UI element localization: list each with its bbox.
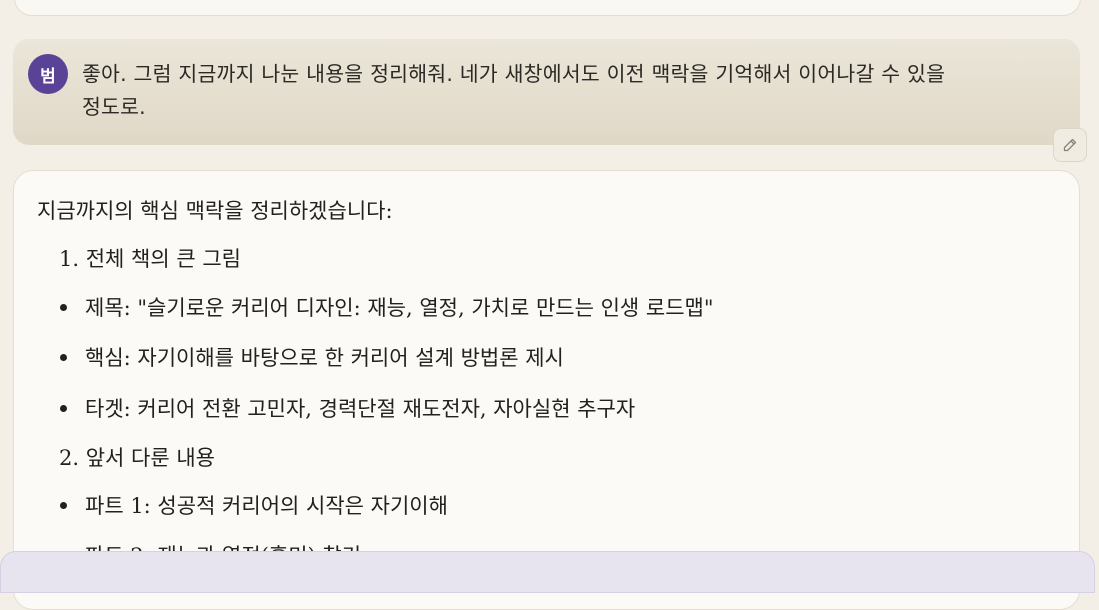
bullet-dot <box>60 405 67 412</box>
list-item: 파트 1: 성공적 커리어의 시작은 자기이해 <box>85 494 448 518</box>
user-message: 범 좋아. 그럼 지금까지 나눈 내용을 정리해줘. 네가 새창에서도 이전 맥… <box>13 39 1080 145</box>
list-item: 핵심: 자기이해를 바탕으로 한 커리어 설계 방법론 제시 <box>85 346 564 370</box>
pencil-icon <box>1063 138 1077 152</box>
assistant-message: 지금까지의 핵심 맥락을 정리하겠습니다: 1. 전체 책의 큰 그림 제목: … <box>13 170 1080 610</box>
message-input-bar[interactable] <box>0 551 1095 593</box>
previous-message-card <box>14 0 1081 16</box>
user-avatar: 범 <box>28 54 68 94</box>
section-heading: 2. 앞서 다룬 내용 <box>59 446 215 470</box>
user-message-text: 좋아. 그럼 지금까지 나눈 내용을 정리해줘. 네가 새창에서도 이전 맥락을… <box>82 58 1042 124</box>
list-item: 타겟: 커리어 전환 고민자, 경력단절 재도전자, 자아실현 추구자 <box>85 397 636 421</box>
edit-message-button[interactable] <box>1053 128 1087 162</box>
bullet-dot <box>60 502 67 509</box>
bullet-dot <box>60 304 67 311</box>
assistant-intro: 지금까지의 핵심 맥락을 정리하겠습니다: <box>37 199 393 223</box>
user-message-line: 정도로. <box>82 95 146 119</box>
list-item: 제목: "슬기로운 커리어 디자인: 재능, 열정, 가치로 만드는 인생 로드… <box>85 296 714 320</box>
bullet-dot <box>60 354 67 361</box>
section-heading: 1. 전체 책의 큰 그림 <box>59 247 241 271</box>
user-message-line: 좋아. 그럼 지금까지 나눈 내용을 정리해줘. 네가 새창에서도 이전 맥락을… <box>82 62 946 86</box>
